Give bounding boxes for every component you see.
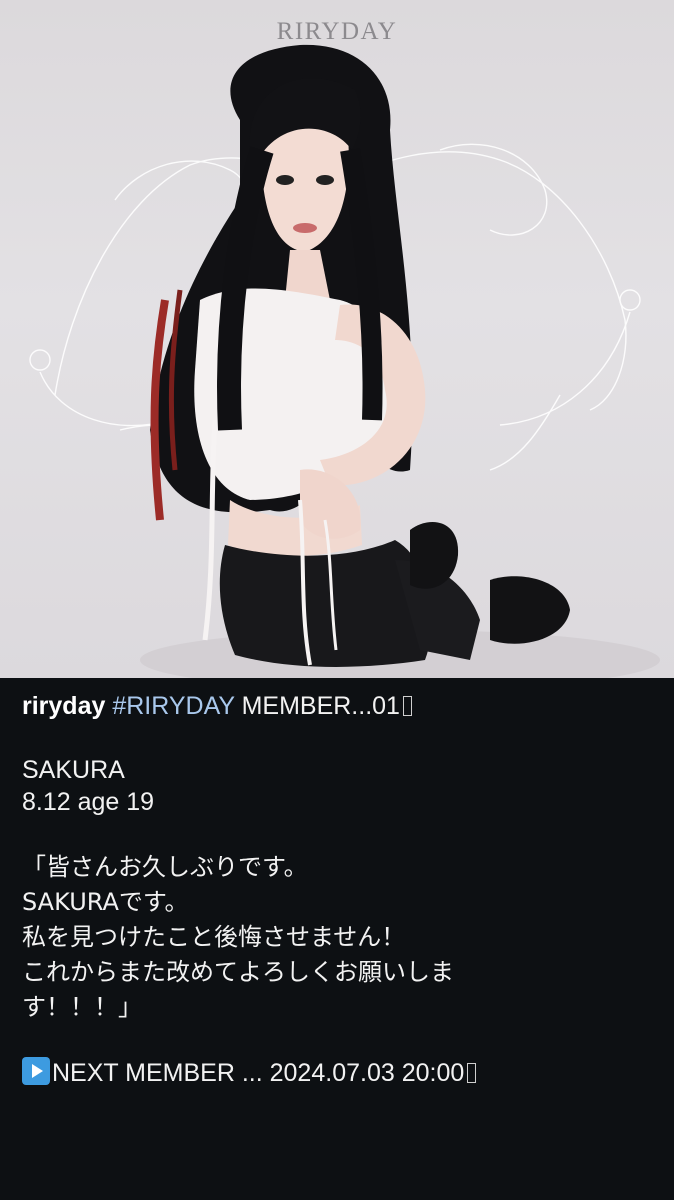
post-caption: riryday #RIRYDAY MEMBER...01 SAKURA 8.12… bbox=[22, 678, 662, 1089]
hashtag-link[interactable]: #RIRYDAY bbox=[112, 692, 234, 720]
play-button-icon bbox=[22, 1057, 50, 1085]
username-link[interactable]: riryday bbox=[22, 692, 105, 720]
next-member-line: NEXT MEMBER ... 2024.07.03 20:00 bbox=[22, 1057, 662, 1089]
caption-title-line: riryday #RIRYDAY MEMBER...01 bbox=[22, 690, 662, 722]
member-name: SAKURA bbox=[22, 756, 125, 784]
quote-line: す！！！」 bbox=[22, 993, 142, 1021]
post-screen: RIRYDAY riryday #RIRYDAY MEMBER...01 SAK… bbox=[0, 0, 674, 1200]
quote-line: これからまた改めてよろしくお願いしま bbox=[22, 958, 454, 986]
caption-title-text: MEMBER...01 bbox=[241, 692, 400, 720]
quote-line: 私を見つけたこと後悔させません！ bbox=[22, 923, 406, 951]
post-photo[interactable]: RIRYDAY bbox=[0, 0, 674, 678]
member-photo-figure bbox=[140, 44, 660, 678]
box-glyph-icon bbox=[402, 696, 412, 716]
member-info: 8.12 age 19 bbox=[22, 788, 155, 816]
quote-line: 「皆さんお久しぶりです。 bbox=[22, 853, 308, 881]
next-member-text: NEXT MEMBER ... 2024.07.03 20:00 bbox=[52, 1059, 465, 1087]
box-glyph-icon bbox=[467, 1063, 477, 1083]
quote-line: SAKURAです。 bbox=[22, 888, 189, 916]
